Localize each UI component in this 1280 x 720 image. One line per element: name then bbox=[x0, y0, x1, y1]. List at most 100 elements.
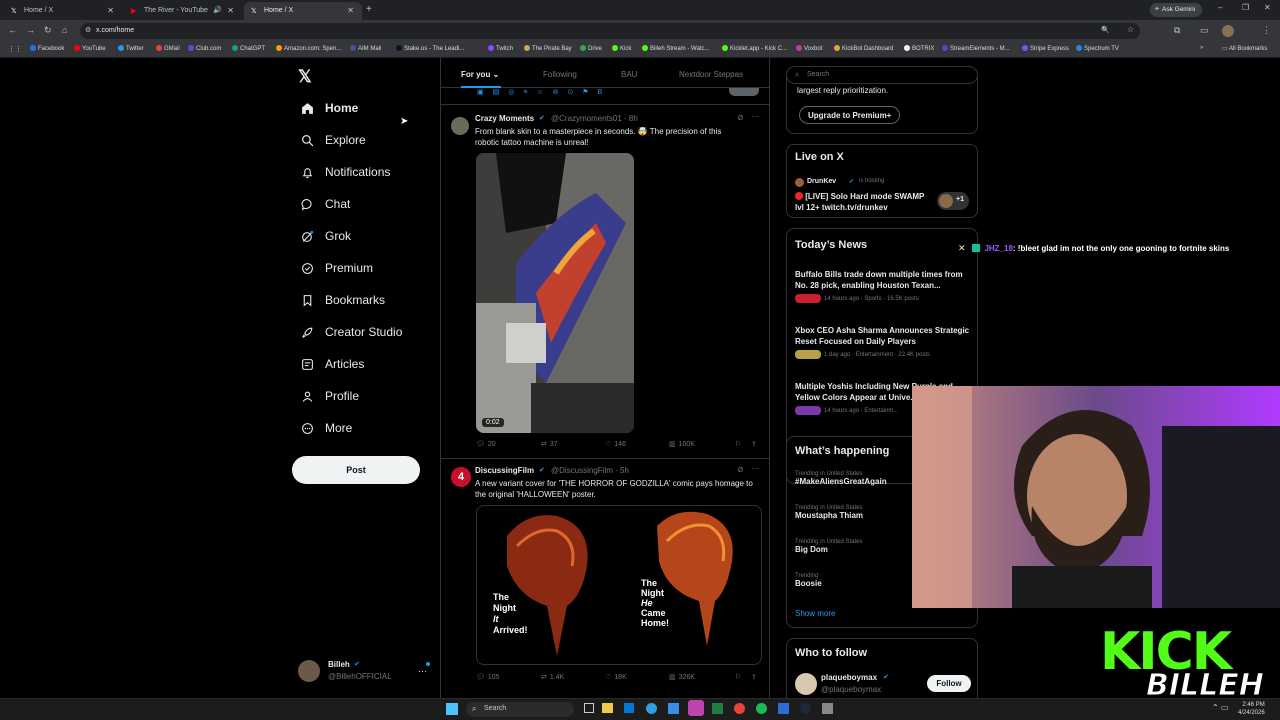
file-explorer-icon[interactable] bbox=[602, 703, 613, 713]
settings-icon[interactable] bbox=[822, 703, 833, 714]
trend-item[interactable]: Trending in United States Moustapha Thia… bbox=[795, 505, 863, 520]
bookmark-item[interactable]: Club.com bbox=[188, 45, 221, 52]
share-icon[interactable]: ⇪ bbox=[751, 673, 757, 681]
ask-gemini-button[interactable]: ✦ Ask Gemini bbox=[1150, 3, 1202, 17]
site-info-icon[interactable]: ⚙ bbox=[85, 26, 91, 34]
profile-avatar-icon[interactable] bbox=[1222, 25, 1234, 37]
live-host-name[interactable]: DrunKev bbox=[807, 178, 836, 185]
store-icon[interactable] bbox=[624, 703, 634, 713]
reply-button[interactable]: 💬︎ 105 bbox=[476, 673, 500, 682]
address-input[interactable]: ⚙ x.com/home 🔍 ☆ bbox=[80, 23, 1140, 39]
bookmark-item[interactable]: Stake.us - The Leadi... bbox=[396, 45, 464, 52]
ellipsis-icon[interactable]: ··· bbox=[751, 112, 759, 121]
excel-icon[interactable] bbox=[712, 703, 723, 714]
all-bookmarks-button[interactable]: ▭ All Bookmarks bbox=[1222, 45, 1267, 52]
star-icon[interactable]: ☆ bbox=[1127, 25, 1134, 34]
nav-more[interactable]: More bbox=[300, 416, 352, 440]
edge-icon[interactable] bbox=[646, 703, 657, 714]
bookmark-item[interactable]: AIM Mail bbox=[350, 45, 381, 52]
maximize-icon[interactable]: ❐ bbox=[1242, 3, 1249, 12]
app-icon[interactable] bbox=[688, 700, 704, 716]
tweet-author-handle[interactable]: @DiscussingFilm · 5h bbox=[551, 466, 629, 475]
bookmark-item[interactable]: ChatGPT bbox=[232, 45, 265, 52]
grok-icon[interactable]: ⊘ bbox=[737, 113, 744, 122]
nav-explore[interactable]: Explore bbox=[300, 128, 366, 152]
speaker-icon[interactable]: 🔊 bbox=[213, 6, 222, 14]
bookmark-item[interactable]: Kicklet.app - Kick C... bbox=[722, 45, 787, 52]
home-browser-icon[interactable]: ⌂ bbox=[62, 25, 67, 35]
show-more-link[interactable]: Show more bbox=[795, 609, 835, 618]
mail-icon[interactable] bbox=[668, 703, 679, 714]
repost-button[interactable]: ⇄ 37 bbox=[541, 440, 558, 449]
bookmark-item[interactable]: YouTube bbox=[74, 45, 106, 52]
reload-icon[interactable]: ↻ bbox=[44, 25, 52, 36]
browser-tab[interactable]: ▶ The River - YouTube 🔊 ✕ bbox=[124, 2, 242, 20]
nav-chat[interactable]: Chat bbox=[300, 192, 350, 216]
nav-premium[interactable]: Premium bbox=[300, 256, 373, 280]
nav-home[interactable]: Home bbox=[300, 96, 358, 120]
share-icon[interactable]: ⇪ bbox=[751, 440, 757, 448]
bookmark-item[interactable]: Voxbot bbox=[796, 45, 822, 52]
tray-icons[interactable]: ⌃ ▭ bbox=[1212, 703, 1228, 712]
sidepanel-icon[interactable]: ▭ bbox=[1200, 25, 1209, 36]
reply-button[interactable]: 💬︎ 20 bbox=[476, 440, 496, 449]
account-switcher[interactable]: Billeh ✔ @BillehOFFICIAL ··· bbox=[298, 658, 438, 684]
nav-profile[interactable]: Profile bbox=[300, 384, 359, 408]
extensions-icon[interactable]: ⧉ bbox=[1174, 25, 1180, 36]
post-button[interactable]: Post bbox=[292, 456, 420, 484]
follow-button[interactable]: Follow bbox=[927, 675, 971, 692]
tweet-author-name[interactable]: Crazy Moments bbox=[475, 114, 534, 123]
trend-item[interactable]: Trending in United States Big Dom bbox=[795, 539, 862, 554]
follow-suggestion-name[interactable]: plaqueboymax bbox=[821, 673, 877, 682]
ellipsis-icon[interactable]: ··· bbox=[751, 464, 759, 473]
task-view-icon[interactable] bbox=[584, 703, 594, 713]
taskbar-search-input[interactable]: ⌕ Search bbox=[466, 702, 574, 717]
close-icon[interactable]: ✕ bbox=[227, 6, 234, 15]
views-button[interactable]: ▥ 100K bbox=[669, 440, 695, 449]
live-space-title[interactable]: [LIVE] Solo Hard mode SWAMP lvl 12+ twit… bbox=[795, 191, 935, 213]
windows-start-icon[interactable] bbox=[446, 703, 458, 715]
nav-articles[interactable]: Articles bbox=[300, 352, 364, 376]
composer-toolbar-icons[interactable]: ▣▤◎≡☺⊚⊙⚑B bbox=[477, 88, 611, 96]
bookmark-item[interactable]: Billeh Stream - Watc... bbox=[642, 45, 709, 52]
avatar[interactable] bbox=[795, 673, 817, 695]
bookmark-item[interactable]: Kick bbox=[612, 45, 631, 52]
tweet[interactable]: Crazy Moments ✔ @Crazymoments01 · 8h ⊘ ·… bbox=[441, 105, 769, 457]
trend-item[interactable]: Trending in United States #MakeAliensGre… bbox=[795, 471, 887, 486]
tab-following[interactable]: Following bbox=[543, 70, 577, 79]
zoom-icon[interactable]: 🔍 bbox=[1101, 26, 1110, 34]
more-bookmarks-icon[interactable]: » bbox=[1200, 45, 1203, 51]
like-button[interactable]: ♡ 146 bbox=[605, 440, 626, 449]
bookmark-item[interactable]: GMail bbox=[156, 45, 180, 52]
browser-tab[interactable]: 𝕏 Home / X ✕ bbox=[4, 2, 122, 20]
bookmark-item[interactable]: Twitter bbox=[118, 45, 144, 52]
bookmark-item[interactable]: BOTRIX bbox=[904, 45, 934, 52]
apps-icon[interactable]: ⋮⋮ bbox=[8, 45, 22, 53]
tab-nextdoor-steppas[interactable]: Nextdoor Steppas bbox=[679, 70, 743, 79]
news-item[interactable]: Buffalo Bills trade down multiple times … bbox=[795, 269, 971, 303]
bookmark-icon[interactable]: ⚐ bbox=[735, 440, 741, 448]
trend-item[interactable]: Trending Boosie bbox=[795, 573, 822, 588]
new-tab-icon[interactable]: + bbox=[366, 4, 372, 15]
back-icon[interactable]: ← bbox=[8, 25, 17, 35]
nav-notifications[interactable]: Notifications bbox=[300, 160, 390, 184]
bookmark-item[interactable]: Facebook bbox=[30, 45, 64, 52]
like-button[interactable]: ♡ 18K bbox=[605, 673, 627, 682]
nav-creator-studio[interactable]: Creator Studio bbox=[300, 320, 402, 344]
tweet[interactable]: 4 DiscussingFilm ✔ @DiscussingFilm · 5h … bbox=[441, 459, 769, 698]
repost-button[interactable]: ⇄ 1.4K bbox=[541, 673, 564, 682]
tab-for-you[interactable]: For you ⌄ bbox=[461, 70, 499, 79]
x-logo-icon[interactable]: 𝕏 bbox=[298, 67, 312, 87]
browser-tab-active[interactable]: 𝕏 Home / X ✕ bbox=[244, 2, 362, 20]
close-window-icon[interactable]: ✕ bbox=[1264, 3, 1271, 12]
bookmark-item[interactable]: The Pirate Bay bbox=[524, 45, 572, 52]
grok-icon[interactable]: ⊘ bbox=[737, 465, 744, 474]
views-button[interactable]: ▥ 326K bbox=[669, 673, 695, 682]
bookmark-item[interactable]: Amazon.com: Spen... bbox=[276, 45, 341, 52]
bookmark-item[interactable]: Spectrum TV bbox=[1076, 45, 1119, 52]
chrome-icon[interactable] bbox=[734, 703, 745, 714]
nav-bookmarks[interactable]: Bookmarks bbox=[300, 288, 385, 312]
composer-post-button[interactable] bbox=[729, 88, 759, 96]
tweet-image[interactable]: The Night It Arrived! The Night He Came … bbox=[476, 505, 762, 665]
minimize-icon[interactable]: – bbox=[1218, 3, 1222, 12]
